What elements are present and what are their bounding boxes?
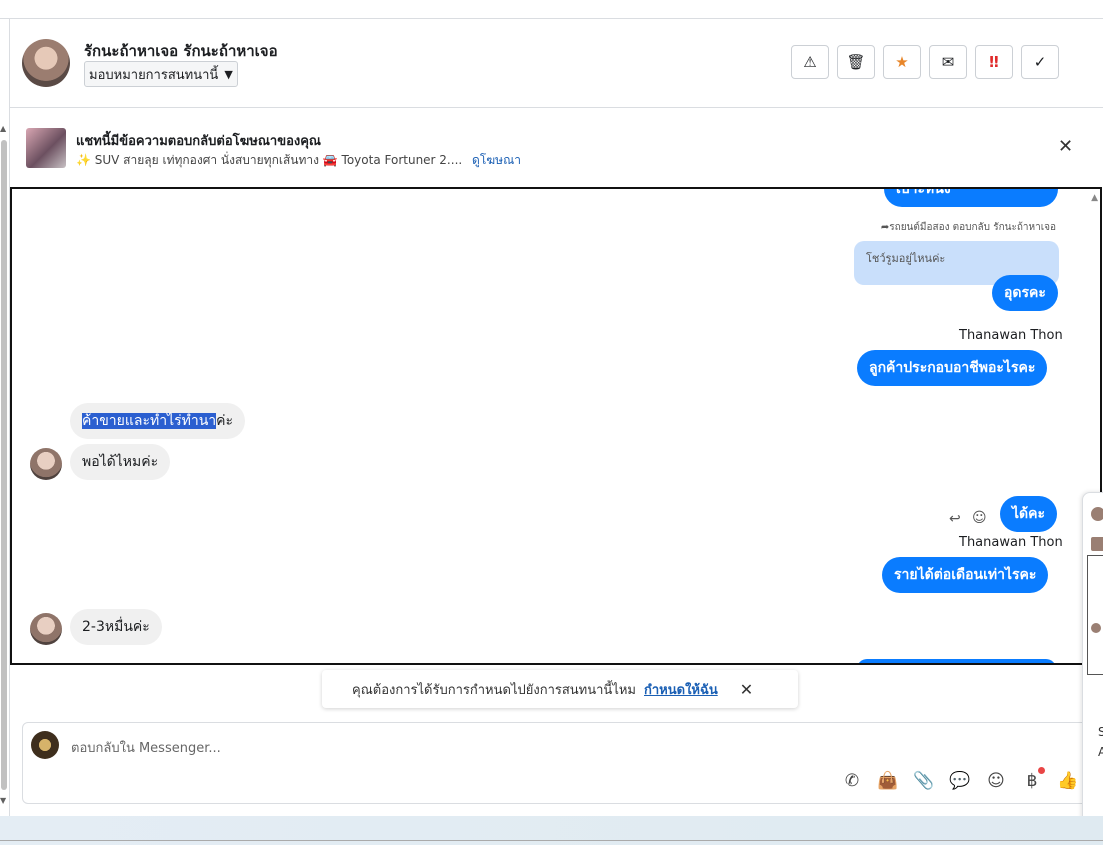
ad-banner-title: แชทนี้มีข้อความตอบกลับต่อโฆษณาของคุณ bbox=[76, 134, 321, 149]
scroll-up-icon[interactable]: ▲ bbox=[0, 124, 6, 133]
call-icon[interactable]: ✆ bbox=[841, 771, 863, 791]
popup-text: S bbox=[1098, 725, 1103, 739]
header-actions: ⚠ 🗑 ★ ✉ ‼ ✓ bbox=[791, 45, 1059, 79]
message-bubble-outgoing[interactable] bbox=[857, 659, 1056, 663]
conversation-header: รักนะถ้าหาเจอ รักนะถ้าหาเจอ มอบหมายการสน… bbox=[10, 19, 1103, 108]
delete-button[interactable]: 🗑 bbox=[837, 45, 875, 79]
scroll-down-icon[interactable]: ▼ bbox=[0, 796, 6, 805]
star-button[interactable]: ★ bbox=[883, 45, 921, 79]
avatar[interactable] bbox=[1091, 507, 1103, 521]
assign-dropdown[interactable]: มอบหมายการสนทนานี้ ▼ bbox=[84, 61, 238, 87]
caret-down-icon: ▼ bbox=[224, 67, 233, 81]
close-icon[interactable]: ✕ bbox=[740, 680, 753, 699]
urgent-icon: ‼ bbox=[989, 53, 999, 71]
page-scrollbar[interactable]: ▲ ▼ bbox=[0, 120, 8, 810]
assign-to-me-link[interactable]: กำหนดให้ฉัน bbox=[644, 679, 718, 700]
message-bubble-outgoing[interactable]: อุดรคะ bbox=[992, 275, 1058, 311]
message-bubble-outgoing[interactable]: ได้คะ bbox=[1000, 496, 1058, 532]
close-icon[interactable]: ✕ bbox=[1058, 136, 1073, 157]
message-text: ค่ะ bbox=[216, 413, 234, 429]
preview-box[interactable] bbox=[1087, 555, 1103, 675]
scroll-thumb[interactable] bbox=[1, 140, 7, 790]
reply-composer[interactable]: ตอบกลับใน Messenger... ✆ 👜 📎 💬 ☺ ฿ 👍 bbox=[22, 722, 1092, 804]
avatar[interactable] bbox=[1091, 623, 1101, 633]
bag-icon[interactable]: 👜 bbox=[877, 771, 899, 791]
attach-icon[interactable]: 📎 bbox=[913, 771, 935, 791]
done-button[interactable]: ✓ bbox=[1021, 45, 1059, 79]
message-thread[interactable]: ▲ เบาะหนัง ➦รถยนต์มือสอง ตอบกลับ รักนะถ้… bbox=[10, 187, 1102, 665]
composer-toolbar: ✆ 👜 📎 💬 ☺ ฿ 👍 bbox=[841, 767, 1079, 791]
like-icon[interactable]: 👍 bbox=[1057, 771, 1079, 791]
contact-avatar[interactable] bbox=[22, 39, 70, 87]
contact-name[interactable]: รักนะถ้าหาเจอ รักนะถ้าหาเจอ bbox=[84, 39, 278, 63]
mark-unread-button[interactable]: ✉ bbox=[929, 45, 967, 79]
sender-name: Thanawan Thon bbox=[959, 328, 1063, 343]
ad-description: ✨ SUV สายลุย เท่ทุกองศา นั่งสบายทุกเส้นท… bbox=[76, 153, 463, 167]
contact-avatar-small[interactable] bbox=[30, 448, 62, 480]
message-bubble-incoming[interactable]: พอได้ไหมค่ะ bbox=[70, 444, 171, 480]
emoji-icon[interactable]: ☺ bbox=[985, 771, 1007, 791]
ad-banner-subtitle: ✨ SUV สายลุย เท่ทุกองศา นั่งสบายทุกเส้นท… bbox=[76, 151, 521, 170]
contact-avatar-small[interactable] bbox=[30, 613, 62, 645]
warning-icon: ⚠ bbox=[803, 53, 817, 71]
side-popup[interactable]: S A bbox=[1082, 492, 1103, 832]
assign-suggestion-toast: คุณต้องการได้รับการกำหนดไปยังการสนทนานี้… bbox=[322, 670, 798, 708]
trash-icon: 🗑 bbox=[846, 53, 866, 71]
message-bubble-incoming[interactable]: 2-3หมื่นค่ะ bbox=[70, 609, 162, 645]
message-bubble-incoming[interactable]: ค้าขายและทำไร่ทำนาค่ะ bbox=[70, 403, 246, 439]
message-bubble-outgoing[interactable]: เบาะหนัง bbox=[884, 189, 1058, 207]
reply-arrow-icon: ➦ bbox=[880, 222, 890, 233]
check-icon: ✓ bbox=[1033, 53, 1047, 71]
ad-reply-banner: แชทนี้มีข้อความตอบกลับต่อโฆษณาของคุณ ✨ S… bbox=[10, 120, 1103, 184]
follow-up-button[interactable]: ‼ bbox=[975, 45, 1013, 79]
scroll-up-icon[interactable]: ▲ bbox=[1091, 193, 1098, 203]
notification-dot bbox=[1038, 767, 1045, 774]
message-bubble-outgoing[interactable]: ลูกค้าประกอบอาชีพอะไรคะ bbox=[857, 350, 1048, 386]
reply-meta-text: รถยนต์มือสอง ตอบกลับ รักนะถ้าหาเจอ bbox=[889, 222, 1056, 233]
thumbnail[interactable] bbox=[1091, 537, 1103, 551]
sender-name: Thanawan Thon bbox=[959, 535, 1063, 550]
popup-text: A bbox=[1098, 745, 1103, 759]
saved-reply-icon[interactable]: 💬 bbox=[949, 771, 971, 791]
ad-thumbnail[interactable] bbox=[26, 128, 66, 168]
reply-icon[interactable]: ↩ bbox=[949, 511, 961, 527]
envelope-open-icon: ✉ bbox=[941, 53, 955, 71]
baht-icon[interactable]: ฿ bbox=[1021, 767, 1045, 791]
reply-meta: ➦รถยนต์มือสอง ตอบกลับ รักนะถ้าหาเจอ bbox=[881, 220, 1056, 235]
toast-text: คุณต้องการได้รับการกำหนดไปยังการสนทนานี้… bbox=[352, 682, 636, 698]
reply-input[interactable]: ตอบกลับใน Messenger... bbox=[71, 737, 221, 758]
assign-label: มอบหมายการสนทนานี้ bbox=[89, 67, 219, 83]
emoji-react-icon[interactable]: ☺ bbox=[972, 510, 987, 526]
star-icon: ★ bbox=[895, 53, 909, 71]
spam-button[interactable]: ⚠ bbox=[791, 45, 829, 79]
page-avatar bbox=[31, 731, 59, 759]
view-ad-link[interactable]: ดูโฆษณา bbox=[472, 153, 521, 167]
selected-text: ค้าขายและทำไร่ทำนา bbox=[82, 413, 217, 429]
message-bubble-outgoing[interactable]: รายได้ต่อเดือนเท่าไรคะ bbox=[882, 557, 1049, 593]
